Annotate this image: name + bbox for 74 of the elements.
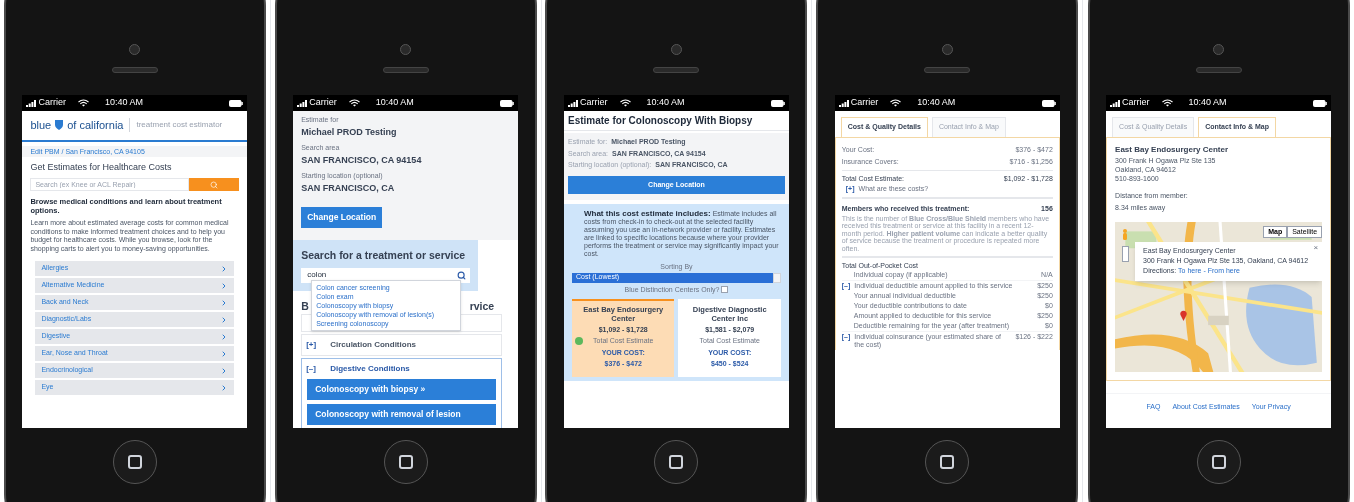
search-title: Search for a treatment or service [301,247,467,263]
battery-icon [1313,99,1328,107]
camera-icon [941,44,953,55]
signal-icon [568,99,578,107]
camera-icon [129,44,141,55]
battery-icon [771,99,785,107]
facility-name: East Bay Endosurgery Center [1115,143,1229,156]
field-value: Michael PROD Testing [301,125,398,139]
carrier-label: Carrier [850,96,879,110]
brand-region: of california [67,118,124,133]
speaker-grille [924,67,971,73]
toggle-label: [–] [306,363,317,376]
home-button[interactable] [654,440,699,484]
square-icon [1211,455,1226,469]
home-button[interactable] [925,440,970,484]
speaker-grille [111,67,158,73]
speaker-grille [653,67,700,73]
carrier-label: Carrier [38,96,66,110]
carrier-label: Carrier [309,96,337,110]
wifi-icon [1161,99,1173,107]
battery-icon [500,99,515,107]
home-button[interactable] [383,440,428,484]
accordion-row[interactable]: [–] Digestive Conditions Colonoscopy with biopsy » Colonoscopy with removal of lesion [301,358,503,428]
clock-time: 10:40 AM [917,96,956,110]
battery-icon [1041,99,1056,107]
change-location-button[interactable]: Change Location [301,207,383,228]
wifi-icon [890,99,902,107]
square-icon [669,455,684,469]
square-icon [940,455,955,469]
map-pin-icon [1180,309,1188,321]
accordion-label: Digestive Conditions [330,363,410,376]
pegman-icon [1122,228,1129,241]
wifi-icon [77,99,89,107]
field-value: SAN FRANCISCO, CA 94154 [301,153,423,167]
camera-icon [1213,44,1225,55]
page-title: Estimate for Colonoscopy With Biopsy [564,111,789,131]
search-icon [457,270,467,280]
treatment-button[interactable]: Colonoscopy with removal of lesion [307,404,497,425]
zoom-control[interactable] [1122,245,1130,262]
close-button[interactable]: × [1313,241,1319,254]
clock-time: 10:40 AM [1188,96,1227,110]
signal-icon [1110,99,1121,107]
wifi-icon [348,99,360,107]
filter-checkbox[interactable] [721,286,729,294]
treatment-button[interactable]: Colonoscopy with biopsy » [307,379,497,400]
field-value: SAN FRANCISCO, CA [301,181,396,195]
signal-icon [26,99,37,107]
shield-icon [55,120,64,131]
clock-time: 10:40 AM [375,96,414,110]
section-heading: B [301,298,309,314]
speaker-grille [382,67,429,73]
signal-icon [297,99,308,107]
clock-time: 10:40 AM [104,96,143,110]
toggle-label: [+] [306,339,318,352]
square-icon [398,455,413,469]
section-heading: rvice [469,298,495,314]
signal-icon [838,99,849,107]
home-button[interactable] [1196,440,1241,484]
wifi-icon [619,99,631,107]
square-icon [127,455,142,469]
clock-time: 10:40 AM [646,96,685,110]
page-title: Get Estimates for Healthcare Costs [29,160,173,174]
speaker-grille [1195,67,1242,73]
accordion-label: Circulation Conditions [330,339,416,352]
brand-tagline: treatment cost estimator [136,119,223,132]
camera-icon [671,44,682,55]
home-button[interactable] [112,440,157,484]
battery-icon [229,99,244,107]
search-icon [210,180,219,189]
brand-name: blue [30,118,52,133]
accordion-row[interactable]: [+] Circulation Conditions [301,334,503,357]
carrier-label: Carrier [1122,96,1150,110]
carrier-label: Carrier [580,96,608,110]
camera-icon [400,44,412,55]
